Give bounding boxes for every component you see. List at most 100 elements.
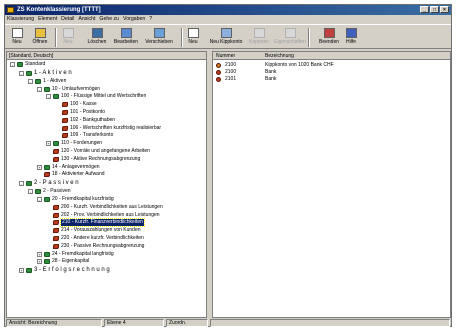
menu-detail[interactable]: Detail [59, 15, 76, 24]
toolbar-button-open-folder[interactable]: Öffnen [29, 26, 51, 48]
collapse-icon[interactable]: - [19, 70, 24, 76]
collapse-icon[interactable]: - [10, 62, 15, 67]
tree-node[interactable]: 106 - Wertschriften kurzfristig realisie… [7, 125, 206, 132]
column-header-bezeichnung[interactable]: Bezeichnung [265, 52, 294, 60]
tree-node[interactable]: 109 - Transferkonto [7, 132, 206, 139]
tree-node-label: 2 - P a s s i v e n [34, 180, 79, 187]
tree-node-label: 102 - Bankguthaben [70, 116, 116, 123]
tree-node[interactable]: - 2 - P a s s i v e n [7, 179, 206, 188]
collapse-icon[interactable]: - [28, 189, 33, 195]
expand-icon[interactable]: + [37, 251, 42, 257]
menu-ansicht[interactable]: Ansicht [76, 15, 97, 24]
toolbar-separator [55, 28, 57, 47]
tree-node[interactable]: 230 - Passive Rechnungsabgrenzung [7, 243, 206, 250]
collapse-icon[interactable]: - [28, 78, 33, 84]
detail-pane[interactable]: Nummer Bezeichnung 2100 Kippkonto von 102… [212, 51, 451, 318]
tree-node[interactable]: - 100 - Flüssige Mittel und Wertschriften [7, 93, 206, 100]
toolbar-button-label: Löschen [87, 39, 107, 45]
title-bar[interactable]: ZS Kontenklassierung [TTTT] _ □ × [5, 5, 451, 15]
expand-icon[interactable]: + [46, 141, 51, 147]
tree-node[interactable]: - 20 - Fremdkapital kurzfristig [7, 196, 206, 203]
expand-icon[interactable]: + [37, 164, 42, 170]
tree-node[interactable]: 18 - Aktivierter Aufwand [7, 171, 206, 178]
toolbar-button-new-doc[interactable]: Neu [9, 26, 25, 48]
expand-icon[interactable]: + [19, 268, 24, 274]
detail-row[interactable]: 2100 Bank [213, 69, 450, 76]
group-node-icon [26, 181, 32, 187]
account-node-icon [44, 172, 50, 178]
minimize-button[interactable]: _ [420, 6, 429, 13]
toolbar-button-label: Verschieben [145, 39, 173, 45]
toolbar-button-delete[interactable]: Löschen [85, 26, 109, 48]
tree-node-label: 1 - A k t i v e n [34, 69, 72, 76]
maximize-button[interactable]: □ [430, 6, 439, 13]
toolbar-button-new-detail[interactable]: Neu [185, 26, 201, 48]
tree-node[interactable]: 202 - Prov. Verbindlichkeiten aus Leistu… [7, 212, 206, 219]
tree-node-label: 100 - Kasse [70, 101, 97, 108]
tree-node-label: 214 - Vorauszahlungen von Kunden [61, 227, 141, 234]
tree-node-label: 14 - Anlagevermögen [52, 163, 100, 170]
tree-node-label: 220 - Andere kurzfr. Verbindlichkeiten [61, 235, 144, 241]
tree-node-label: 202 - Prov. Verbindlichkeiten aus Leistu… [61, 211, 160, 218]
toolbar-button-exit[interactable]: Beenden [318, 26, 340, 48]
collapse-icon[interactable]: - [37, 86, 42, 92]
toolbar-button-copy: Kopieren [248, 26, 270, 48]
tree-node[interactable]: 130 - Aktive Rechnungsabgrenzung [7, 156, 206, 163]
group-node-icon [44, 251, 50, 257]
menu-bar: Klassierung Element Detail Ansicht Gehe zu Vo… [5, 15, 451, 24]
window-title: ZS Kontenklassierung [TTTT] [17, 7, 101, 13]
menu-element[interactable]: Element [36, 15, 59, 24]
toolbar-button-label: Bearbeiten [113, 39, 139, 45]
toolbar-button-edit[interactable]: Bearbeiten [112, 26, 140, 48]
tree-node[interactable]: - 10 - Umlaufvermögen [7, 86, 206, 93]
column-header-nummer[interactable]: Nummer [216, 52, 235, 60]
expand-icon[interactable]: + [37, 259, 42, 265]
close-button[interactable]: × [440, 6, 449, 13]
tree-node[interactable]: 120 - Vorräte und angefangene Arbeiten [7, 148, 206, 155]
detail-number: 2100 [225, 69, 237, 75]
toolbar-button-new-kippkonto[interactable]: Neu Kippkonto [209, 26, 243, 48]
menu-klassierung[interactable]: Klassierung [5, 15, 36, 24]
menu-help[interactable]: ? [147, 15, 154, 24]
tree-node[interactable]: +3 - E r f o l g s r e c h n u n g [7, 266, 206, 275]
group-node-icon [44, 259, 50, 265]
tree-pane[interactable]: [Standard, Deutsch] - Standard -1 - A k t … [6, 51, 207, 318]
tree-node[interactable]: 220 - Andere kurzfr. Verbindlichkeiten [7, 235, 206, 242]
account-node-icon [53, 204, 59, 210]
detail-row[interactable]: 2101 Bank [213, 76, 450, 83]
collapse-icon[interactable]: - [46, 94, 51, 100]
menu-gehe-zu[interactable]: Gehe zu [97, 15, 121, 24]
account-icon [216, 77, 221, 82]
app-icon [7, 7, 14, 13]
tree-node-label: 100 - Flüssige Mittel und Wertschriften [61, 93, 147, 100]
copy-icon [253, 28, 265, 38]
toolbar-button-move[interactable]: Verschieben [143, 26, 175, 48]
toolbar-button-new-element: Neu [60, 26, 76, 48]
collapse-icon[interactable]: - [19, 181, 24, 187]
tree-node[interactable]: - 1 - A k t i v e n [7, 69, 206, 78]
tree-node-label: 24 - Fremdkapital langfristig [52, 250, 114, 257]
tree-node[interactable]: - Standard [7, 61, 206, 68]
group-node-icon [44, 164, 50, 170]
tree-node[interactable]: - 2 - Passiven [7, 188, 206, 195]
account-node-icon [53, 243, 59, 249]
tree-node[interactable]: - 1 - Aktiven [7, 78, 206, 85]
group-node-icon [17, 62, 23, 67]
tree-node-label: 3 - E r f o l g s r e c h n u n g [34, 267, 110, 274]
menu-vorgaben[interactable]: Vorgaben [121, 15, 147, 24]
tree-node[interactable]: 200 - Kurzfr. Verbindlichkeiten aus Leis… [7, 204, 206, 211]
tree-node[interactable]: 101 - Postkonto [7, 109, 206, 116]
move-icon [153, 28, 165, 38]
tree-node[interactable]: 102 - Bankguthaben [7, 117, 206, 124]
detail-row[interactable]: 2100 Kippkonto von 1020 Bank CHF [213, 62, 450, 69]
tree-node[interactable]: +24 - Fremdkapital langfristig [7, 251, 206, 258]
tree-node[interactable]: +14 - Anlagevermögen [7, 164, 206, 171]
tree-node[interactable]: 214 - Vorauszahlungen von Kunden [7, 227, 206, 234]
account-node-icon [53, 220, 59, 226]
tree-node[interactable]: 210 - Kurzfr. Finanzverbindlichkeiten [7, 218, 206, 228]
tree-node[interactable]: +110 - Forderungen [7, 140, 206, 147]
tree-node[interactable]: +28 - Eigenkapital [7, 258, 206, 265]
collapse-icon[interactable]: - [37, 197, 42, 202]
toolbar-button-help[interactable]: Hilfe [343, 26, 359, 48]
tree-node[interactable]: 100 - Kasse [7, 101, 206, 108]
